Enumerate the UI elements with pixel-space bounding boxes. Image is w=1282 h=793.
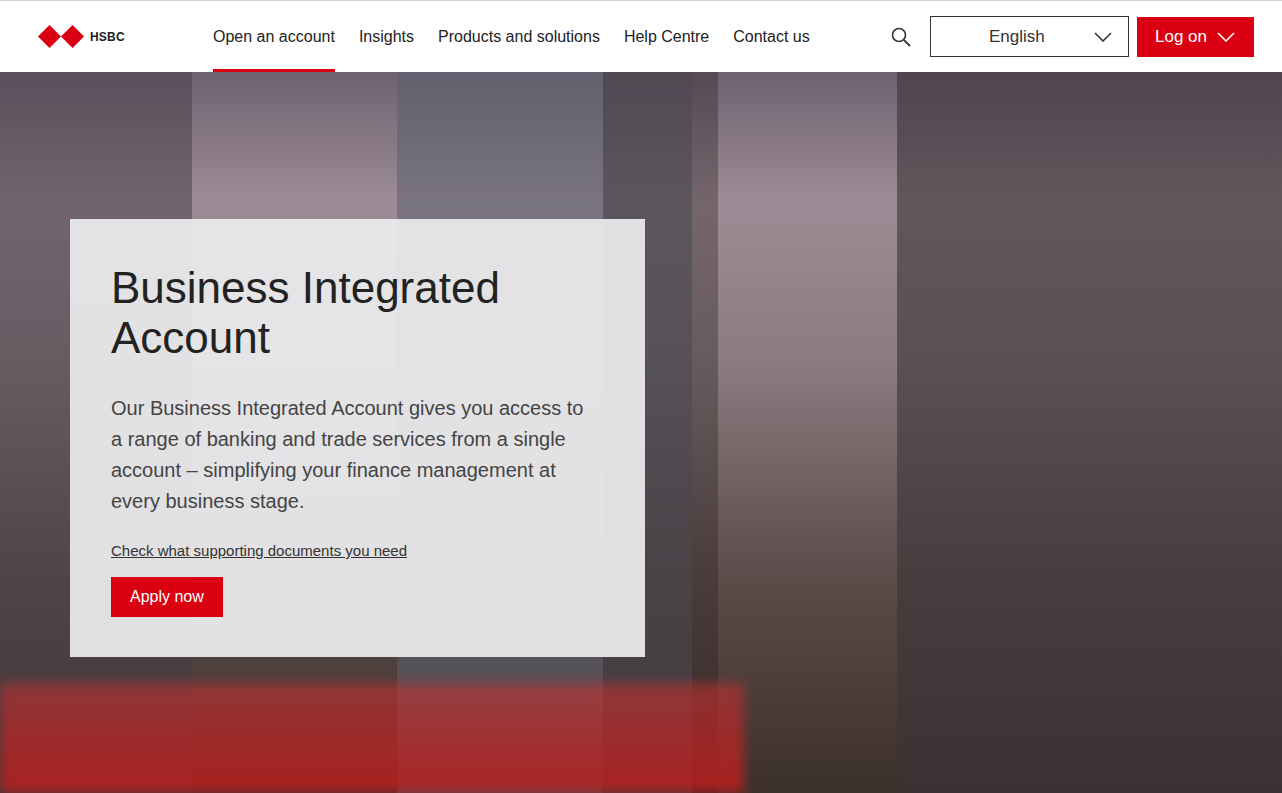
documents-link[interactable]: Check what supporting documents you need (111, 540, 407, 563)
chevron-down-icon (1217, 32, 1235, 42)
language-label: English (989, 24, 1045, 50)
hero-card: Business Integrated Account Our Business … (70, 219, 645, 657)
header-actions: English Log on (888, 16, 1254, 57)
chevron-down-icon (1094, 32, 1112, 42)
hsbc-hexagon-icon (38, 25, 84, 48)
apply-now-button[interactable]: Apply now (111, 577, 223, 617)
logon-label: Log on (1155, 24, 1207, 50)
nav-item[interactable]: Help Centre (624, 1, 709, 72)
nav-item[interactable]: Insights (359, 1, 414, 72)
search-icon (891, 27, 911, 47)
hero-title: Business Integrated Account (111, 263, 605, 363)
nav-item[interactable]: Open an account (213, 1, 335, 72)
main-nav: Open an account Insights Products and solu… (213, 1, 888, 72)
logon-button[interactable]: Log on (1137, 17, 1254, 57)
nav-item[interactable]: Products and solutions (438, 1, 600, 72)
site-header: HSBC Open an account Insights Products and … (0, 0, 1282, 72)
hsbc-logo[interactable]: HSBC (38, 25, 213, 48)
logo-text: HSBC (90, 28, 125, 46)
search-button[interactable] (888, 24, 914, 50)
language-select[interactable]: English (930, 16, 1129, 57)
hero-banner: Business Integrated Account Our Business … (0, 72, 1282, 793)
hero-description: Our Business Integrated Account gives yo… (111, 393, 593, 517)
nav-item[interactable]: Contact us (733, 1, 809, 72)
